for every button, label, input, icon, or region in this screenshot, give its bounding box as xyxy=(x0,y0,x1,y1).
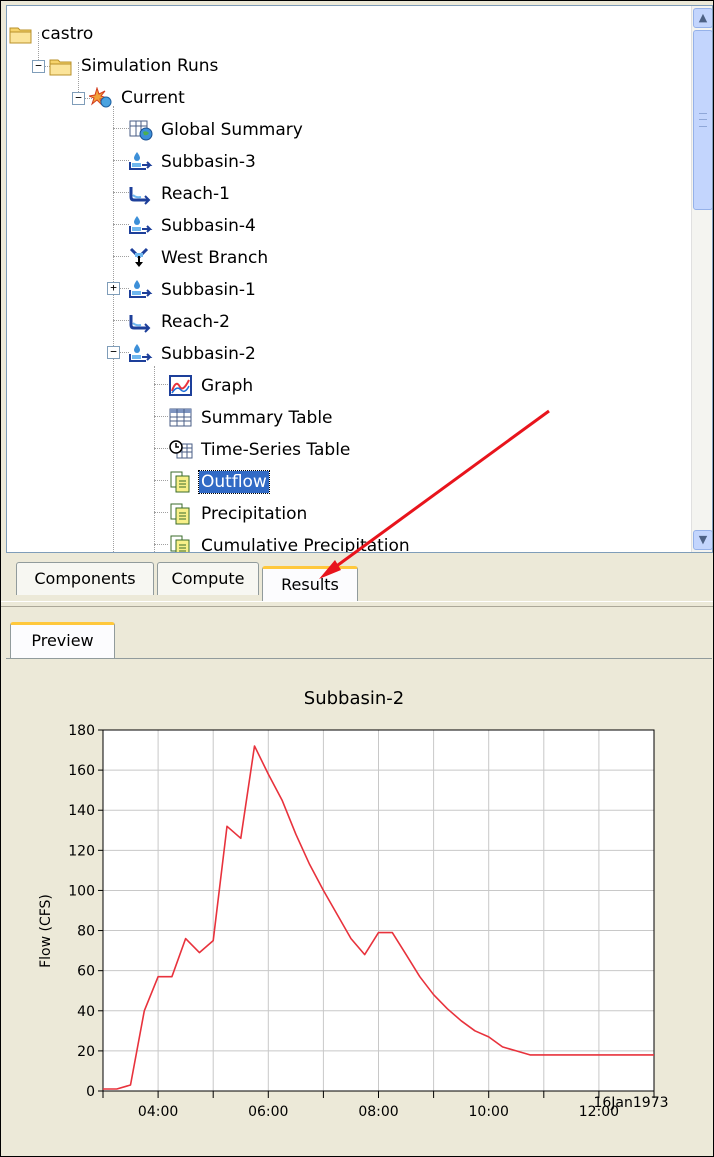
annotation-arrow xyxy=(319,409,550,579)
app-window: − − + − castro Simulation Runs Current G… xyxy=(0,0,714,1157)
